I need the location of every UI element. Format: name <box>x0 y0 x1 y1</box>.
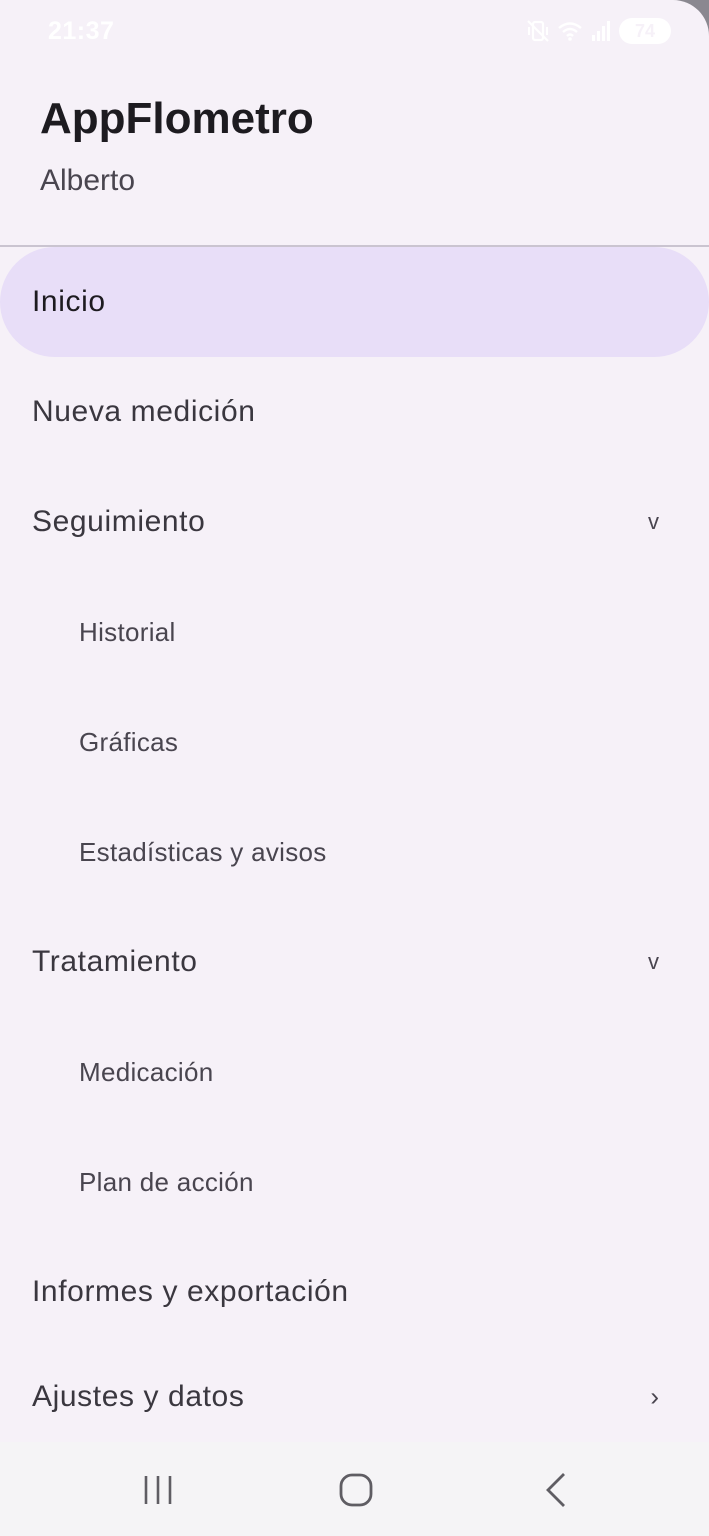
status-time: 21:37 <box>48 17 115 45</box>
mute-vibrate-icon <box>527 19 549 43</box>
signal-icon <box>591 20 611 42</box>
menu-item-label: Informes y exportación <box>32 1275 349 1308</box>
wifi-icon <box>557 20 583 42</box>
menu-item-label: Medicación <box>79 1056 214 1087</box>
submenu-item-graficas[interactable]: Gráficas <box>0 687 709 797</box>
home-icon[interactable] <box>336 1470 376 1510</box>
status-bar: 21:37 74 <box>0 0 709 64</box>
submenu-item-plan-accion[interactable]: Plan de acción <box>0 1127 709 1237</box>
menu-item-seguimiento[interactable]: Seguimiento v <box>0 467 709 577</box>
menu-item-label: Tratamiento <box>32 945 198 978</box>
menu-item-label: Nueva medición <box>32 395 256 428</box>
menu-item-label: Historial <box>79 616 176 647</box>
menu-item-label: Inicio <box>32 285 106 318</box>
chevron-right-icon[interactable]: › <box>650 1382 659 1413</box>
menu-item-tratamiento[interactable]: Tratamiento v <box>0 907 709 1017</box>
user-name: Alberto <box>40 164 136 197</box>
navigation-drawer: 21:37 74 AppFlometro Alberto Inicio Nuev… <box>0 0 709 1536</box>
chevron-down-icon[interactable]: v <box>648 509 659 535</box>
menu-item-ajustes-datos[interactable]: Ajustes y datos › <box>0 1347 709 1447</box>
chevron-down-icon[interactable]: v <box>648 949 659 975</box>
menu-item-label: Estadísticas y avisos <box>79 836 327 867</box>
submenu-item-estadisticas-avisos[interactable]: Estadísticas y avisos <box>0 797 709 907</box>
menu-item-inicio[interactable]: Inicio <box>0 247 709 357</box>
menu-item-nueva-medicion[interactable]: Nueva medición <box>0 357 709 467</box>
battery-icon: 74 <box>619 18 671 44</box>
recent-apps-icon[interactable] <box>138 1470 178 1510</box>
system-nav-bar <box>0 1442 709 1536</box>
status-icons: 74 <box>527 16 671 46</box>
menu-item-label: Ajustes y datos <box>32 1380 245 1413</box>
app-title: AppFlometro <box>40 94 314 143</box>
menu-item-label: Seguimiento <box>32 505 206 538</box>
menu-item-informes-exportacion[interactable]: Informes y exportación <box>0 1237 709 1347</box>
menu-item-label: Plan de acción <box>79 1166 254 1197</box>
back-icon[interactable] <box>536 1470 576 1510</box>
menu-item-label: Gráficas <box>79 726 179 757</box>
submenu-item-historial[interactable]: Historial <box>0 577 709 687</box>
submenu-item-medicacion[interactable]: Medicación <box>0 1017 709 1127</box>
